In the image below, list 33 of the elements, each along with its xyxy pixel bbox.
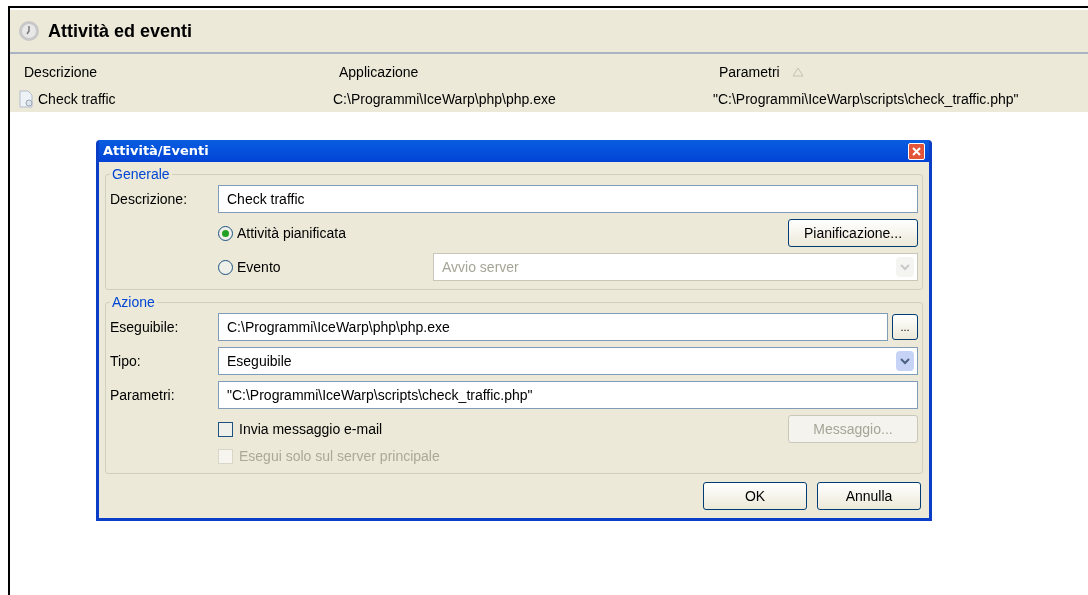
sort-ascending-icon [791,67,804,77]
group-legend: Generale [110,164,172,185]
column-header[interactable]: Parametri [719,61,1088,83]
table-cell-text: C:\Programmi\IceWarp\php\php.exe [333,89,556,109]
dialog-button[interactable]: OK [703,482,807,510]
executable-field[interactable]: C:\Programmi\IceWarp\php\php.exe [218,313,888,341]
field-label: Tipo: [110,351,142,371]
panel-title: Attività ed eventi [48,19,193,43]
field-label: Descrizione: [110,189,189,209]
radio-option[interactable]: Attività pianificata [218,222,346,244]
radio-option[interactable]: Evento [218,256,433,278]
checkbox-option[interactable]: Invia messaggio e-mail [218,419,440,440]
parameters-field[interactable]: "C:\Programmi\IceWarp\scripts\check_traffic.php" [218,381,918,409]
chevron-down-icon [900,263,910,271]
browse-button[interactable]: ... [892,314,918,340]
column-header[interactable]: Applicazione [339,61,719,83]
schedule-button[interactable]: Pianificazione... [788,219,918,247]
close-icon [912,146,921,156]
table-cell-text: "C:\Programmi\IceWarp\scripts\check_traffic.php" [713,89,1019,109]
column-header[interactable]: Descrizione [24,61,339,83]
dialog-title: Attività/Eventi [103,142,209,161]
type-dropdown[interactable]: Eseguibile [218,347,918,375]
close-button[interactable] [908,142,925,160]
dropdown-button[interactable] [896,351,914,371]
field-label: Eseguibile: [110,317,180,337]
description-field[interactable]: Check traffic [218,185,918,213]
clock-icon [18,20,40,42]
group-legend: Azione [110,292,157,313]
document-icon [18,90,34,108]
field-label: Parametri: [110,385,176,405]
dialog-button[interactable]: Annulla [817,482,921,510]
chevron-down-icon [900,357,910,365]
table-cell-text: Check traffic [38,89,116,109]
